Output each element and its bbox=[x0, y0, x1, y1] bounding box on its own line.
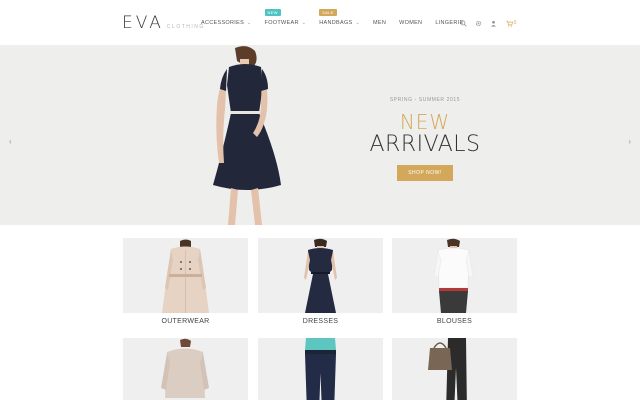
nav-item-women[interactable]: WOMEN bbox=[399, 20, 422, 26]
category-handbags[interactable] bbox=[392, 338, 517, 400]
category-image bbox=[123, 338, 248, 400]
main-nav: ACCESSORIES ⌄ NEW FOOTWEAR ⌄ SALE HANDBA… bbox=[201, 0, 476, 45]
category-label: DRESSES bbox=[302, 318, 339, 325]
category-image bbox=[258, 338, 383, 400]
slider-prev-arrow-icon[interactable]: ‹ bbox=[9, 137, 12, 146]
handbag-image bbox=[428, 338, 467, 400]
nav-item-accessories[interactable]: ACCESSORIES ⌄ bbox=[201, 20, 252, 26]
slider-next-arrow-icon[interactable]: › bbox=[628, 137, 631, 146]
cart-count: 0 bbox=[513, 20, 517, 26]
navy-dress-image bbox=[304, 238, 337, 313]
category-label: OUTERWEAR bbox=[161, 318, 210, 325]
nav-item-label: ACCESSORIES bbox=[201, 19, 245, 26]
category-dresses[interactable]: DRESSES bbox=[258, 238, 383, 325]
category-label: BLOUSES bbox=[436, 318, 473, 325]
category-image bbox=[123, 238, 248, 313]
brand-name: EVA bbox=[122, 13, 164, 33]
hero-caption: SPRING - SUMMER 2015 NEW ARRIVALS SHOP N… bbox=[360, 97, 490, 181]
category-knitwear[interactable] bbox=[123, 338, 248, 400]
site-header: EVA CLOTHING ACCESSORIES ⌄ NEW FOOTWEAR … bbox=[0, 0, 640, 45]
new-badge: NEW bbox=[264, 8, 281, 16]
category-blouses[interactable]: BLOUSES bbox=[392, 238, 517, 325]
chevron-down-icon: ⌄ bbox=[247, 19, 252, 26]
chevron-down-icon: ⌄ bbox=[301, 19, 307, 26]
nav-item-men[interactable]: MEN bbox=[373, 20, 386, 26]
hero-season: SPRING - SUMMER 2015 bbox=[389, 97, 461, 103]
search-icon[interactable] bbox=[458, 18, 468, 28]
pants-image bbox=[305, 338, 336, 400]
category-image bbox=[392, 238, 517, 313]
nav-item-footwear[interactable]: NEW FOOTWEAR ⌄ bbox=[264, 8, 307, 26]
sale-badge: SALE bbox=[319, 8, 337, 16]
chevron-down-icon: ⌄ bbox=[355, 19, 361, 26]
category-pants[interactable] bbox=[258, 338, 383, 400]
hero-headline-arrivals: ARRIVALS bbox=[369, 132, 481, 157]
category-image bbox=[392, 338, 517, 400]
trench-coat-image bbox=[162, 239, 209, 313]
brand-logo[interactable]: EVA CLOTHING bbox=[122, 13, 205, 33]
cart-icon[interactable]: 0 bbox=[503, 18, 519, 28]
gear-icon[interactable] bbox=[473, 18, 483, 28]
brand-tagline: CLOTHING bbox=[166, 24, 205, 30]
white-blouse-image bbox=[433, 238, 474, 313]
nav-item-label: MEN bbox=[373, 19, 387, 26]
category-image bbox=[258, 238, 383, 313]
sweater-image bbox=[161, 338, 209, 398]
header-tools: 0 bbox=[458, 18, 524, 28]
category-outerwear[interactable]: OUTERWEAR bbox=[123, 238, 248, 325]
nav-item-handbags[interactable]: SALE HANDBAGS ⌄ bbox=[319, 8, 361, 26]
hero-slider: ‹ SPRING - SUMMER 2015 NEW ARRIVALS SHOP… bbox=[0, 45, 640, 225]
hero-headline-new: NEW bbox=[399, 110, 451, 134]
shop-now-button[interactable]: SHOP NOW! bbox=[397, 165, 453, 181]
user-icon[interactable] bbox=[488, 18, 498, 28]
nav-item-label: HANDBAGS bbox=[319, 19, 353, 26]
nav-item-label: FOOTWEAR bbox=[264, 19, 299, 26]
hero-model-image bbox=[213, 46, 281, 225]
nav-item-label: WOMEN bbox=[399, 19, 423, 26]
